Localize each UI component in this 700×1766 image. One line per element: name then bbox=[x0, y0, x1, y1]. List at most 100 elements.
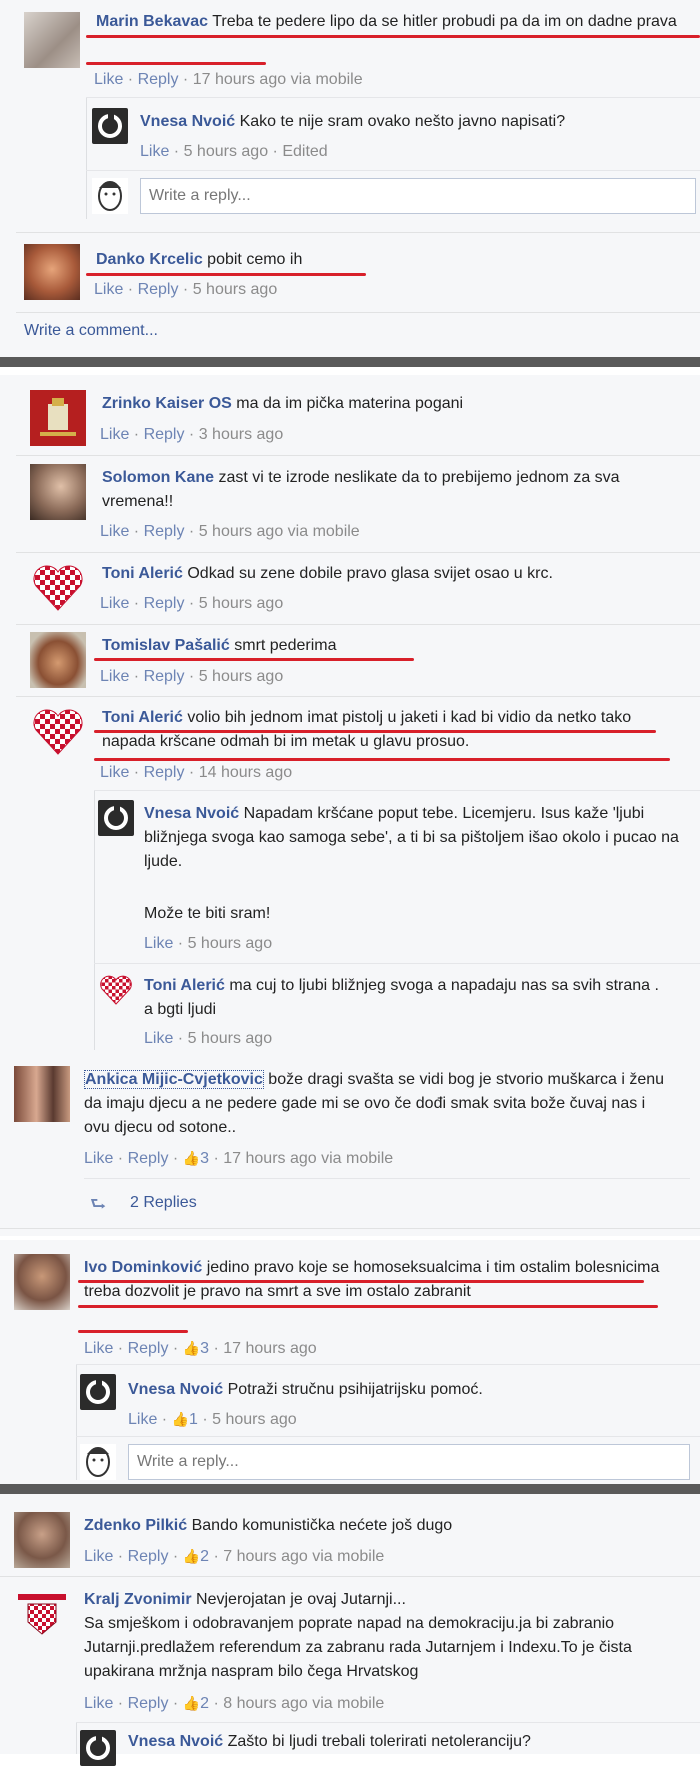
comment-author[interactable]: Zrinko Kaiser OS bbox=[102, 395, 232, 412]
timestamp[interactable]: 5 hours ago bbox=[199, 595, 284, 612]
like-link[interactable]: Like bbox=[144, 935, 173, 952]
comment-author[interactable]: Vnesa Nvoić bbox=[140, 113, 235, 130]
avatar[interactable] bbox=[30, 704, 86, 760]
timestamp[interactable]: 5 hours ago bbox=[199, 523, 284, 540]
timestamp[interactable]: 5 hours ago bbox=[188, 935, 273, 952]
comment-text: Vnesa Nvoić Napadam kršćane poput tebe. … bbox=[144, 805, 679, 870]
like-link[interactable]: Like bbox=[100, 426, 129, 443]
separator bbox=[16, 455, 700, 456]
reply-link[interactable]: Reply bbox=[138, 281, 179, 298]
like-count[interactable]: 1 bbox=[189, 1411, 198, 1428]
comment-author[interactable]: Kralj Zvonimir bbox=[84, 1591, 192, 1608]
reply-link[interactable]: Reply bbox=[128, 1548, 169, 1565]
highlight-underline bbox=[86, 62, 266, 65]
avatar[interactable] bbox=[14, 1586, 70, 1642]
timestamp[interactable]: 17 hours ago bbox=[223, 1150, 316, 1167]
avatar[interactable] bbox=[80, 1730, 116, 1766]
avatar[interactable] bbox=[30, 632, 86, 688]
avatar[interactable] bbox=[30, 464, 86, 520]
avatar[interactable] bbox=[30, 560, 86, 616]
comment-actions: Like · Reply · 5 hours ago via mobile bbox=[100, 523, 360, 540]
reply-link[interactable]: Reply bbox=[144, 668, 185, 685]
like-link[interactable]: Like bbox=[84, 1150, 113, 1167]
comment-author[interactable]: Vnesa Nvoić bbox=[128, 1381, 223, 1398]
avatar[interactable] bbox=[30, 390, 86, 446]
avatar-logo-icon bbox=[104, 806, 128, 830]
comment-author[interactable]: Vnesa Nvoić bbox=[128, 1733, 223, 1750]
reply-link[interactable]: Reply bbox=[138, 71, 179, 88]
reply-link[interactable]: Reply bbox=[128, 1150, 169, 1167]
separator bbox=[0, 1576, 700, 1577]
reply-input[interactable]: Write a reply... bbox=[140, 178, 696, 214]
like-link[interactable]: Like bbox=[140, 143, 169, 160]
timestamp[interactable]: 5 hours ago bbox=[212, 1411, 297, 1428]
highlight-underline bbox=[78, 1280, 644, 1283]
view-replies-link[interactable]: 2 Replies bbox=[130, 1194, 197, 1212]
reply-link[interactable]: Reply bbox=[144, 426, 185, 443]
avatar[interactable] bbox=[14, 1254, 70, 1310]
separator bbox=[86, 170, 700, 171]
comment-actions: Like · Reply · 👍3 · 17 hours ago via mob… bbox=[84, 1150, 394, 1167]
timestamp[interactable]: 5 hours ago bbox=[193, 281, 278, 298]
reply-link[interactable]: Reply bbox=[128, 1695, 169, 1712]
avatar-logo-icon bbox=[86, 1736, 110, 1760]
like-link[interactable]: Like bbox=[128, 1411, 157, 1428]
avatar[interactable] bbox=[98, 972, 134, 1008]
avatar[interactable] bbox=[14, 1066, 70, 1122]
avatar[interactable] bbox=[80, 1374, 116, 1410]
reply-link[interactable]: Reply bbox=[144, 523, 185, 540]
timestamp[interactable]: 14 hours ago bbox=[199, 764, 292, 781]
timestamp[interactable]: 5 hours ago bbox=[184, 143, 269, 160]
timestamp[interactable]: 8 hours ago bbox=[223, 1695, 308, 1712]
like-link[interactable]: Like bbox=[94, 281, 123, 298]
avatar-logo-icon bbox=[98, 114, 122, 138]
like-link[interactable]: Like bbox=[84, 1340, 113, 1357]
separator bbox=[84, 1178, 690, 1179]
comment-author[interactable]: Marin Bekavac bbox=[96, 13, 208, 30]
avatar[interactable] bbox=[98, 800, 134, 836]
reply-link[interactable]: Reply bbox=[144, 595, 185, 612]
comment-author[interactable]: Danko Krcelic bbox=[96, 251, 203, 268]
like-link[interactable]: Like bbox=[100, 523, 129, 540]
like-link[interactable]: Like bbox=[84, 1548, 113, 1565]
comment-text: Danko Krcelic pobit cemo ih bbox=[96, 251, 303, 268]
comment-author[interactable]: Toni Alerić bbox=[102, 709, 183, 726]
comment-actions: Like · Reply · 👍3 · 17 hours ago bbox=[84, 1340, 317, 1357]
like-link[interactable]: Like bbox=[94, 71, 123, 88]
comment-author[interactable]: Ankica Mijic-Cvjetkovic bbox=[84, 1070, 264, 1089]
comment-author[interactable]: Toni Alerić bbox=[102, 565, 183, 582]
like-count[interactable]: 3 bbox=[200, 1340, 209, 1357]
comment-author[interactable]: Ivo Dominković bbox=[84, 1259, 202, 1276]
like-link[interactable]: Like bbox=[100, 764, 129, 781]
avatar[interactable] bbox=[14, 1512, 70, 1568]
like-link[interactable]: Like bbox=[100, 668, 129, 685]
timestamp[interactable]: 17 hours ago bbox=[193, 71, 286, 88]
comment-author[interactable]: Zdenko Pilkić bbox=[84, 1517, 187, 1534]
like-link[interactable]: Like bbox=[84, 1695, 113, 1712]
comment-text: Solomon Kane zast vi te izrode neslikate… bbox=[102, 469, 620, 510]
reply-link[interactable]: Reply bbox=[144, 764, 185, 781]
like-count[interactable]: 3 bbox=[200, 1150, 209, 1167]
like-link[interactable]: Like bbox=[100, 595, 129, 612]
like-count[interactable]: 2 bbox=[200, 1548, 209, 1565]
comment-actions: Like · 5 hours ago bbox=[144, 1030, 273, 1047]
comment-author[interactable]: Tomislav Pašalić bbox=[102, 637, 230, 654]
comment-author[interactable]: Solomon Kane bbox=[102, 469, 214, 486]
comment-text: Kralj Zvonimir Nevjerojatan je ovaj Juta… bbox=[84, 1591, 406, 1608]
comment-author[interactable]: Vnesa Nvoić bbox=[144, 805, 239, 822]
avatar[interactable] bbox=[92, 108, 128, 144]
comment-author[interactable]: Toni Alerić bbox=[144, 977, 225, 994]
like-link[interactable]: Like bbox=[144, 1030, 173, 1047]
write-comment-link[interactable]: Write a comment... bbox=[24, 322, 158, 340]
timestamp[interactable]: 17 hours ago bbox=[223, 1340, 316, 1357]
comment-text: Vnesa Nvoić Kako te nije sram ovako nešt… bbox=[140, 113, 566, 130]
timestamp[interactable]: 5 hours ago bbox=[188, 1030, 273, 1047]
like-count[interactable]: 2 bbox=[200, 1695, 209, 1712]
timestamp[interactable]: 5 hours ago bbox=[199, 668, 284, 685]
timestamp[interactable]: 3 hours ago bbox=[199, 426, 284, 443]
avatar[interactable] bbox=[24, 12, 80, 68]
reply-input[interactable]: Write a reply... bbox=[128, 1444, 690, 1480]
reply-link[interactable]: Reply bbox=[128, 1340, 169, 1357]
timestamp[interactable]: 7 hours ago bbox=[223, 1548, 308, 1565]
avatar[interactable] bbox=[24, 244, 80, 300]
